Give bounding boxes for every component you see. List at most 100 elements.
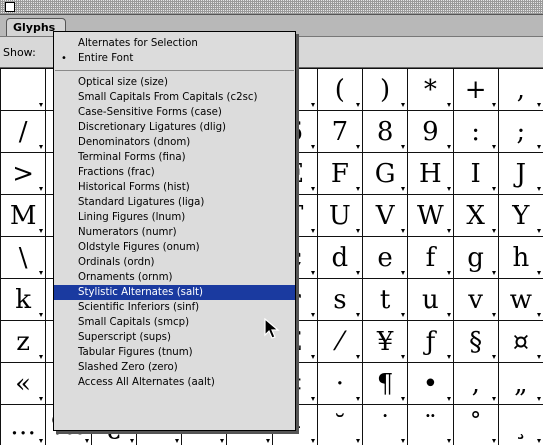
- menu-item[interactable]: Oldstyle Figures (onum): [54, 240, 295, 255]
- glyph-cell[interactable]: ¥: [362, 320, 409, 363]
- glyph-cell[interactable]: Y: [497, 194, 543, 237]
- glyph-cell[interactable]: f: [407, 236, 454, 279]
- alternates-triangle-icon: [491, 145, 496, 149]
- glyph-cell[interactable]: J: [497, 152, 543, 195]
- glyph-cell[interactable]: M: [0, 194, 47, 237]
- show-popup-menu[interactable]: Alternates for Selection • Entire Font Opti…: [53, 31, 296, 431]
- alternates-triangle-icon: [446, 145, 451, 149]
- glyph-cell[interactable]: d: [316, 236, 363, 279]
- glyph-cell[interactable]: >: [0, 152, 47, 195]
- glyph-cell[interactable]: …: [0, 404, 47, 445]
- glyph-cell[interactable]: H: [407, 152, 454, 195]
- menu-item[interactable]: Numerators (numr): [54, 225, 295, 240]
- close-box-icon[interactable]: [5, 2, 15, 12]
- glyph-cell[interactable]: ,: [497, 68, 543, 111]
- glyph-cell[interactable]: §: [452, 320, 499, 363]
- alternates-triangle-icon: [39, 313, 44, 317]
- glyph-cell[interactable]: h: [497, 236, 543, 279]
- glyph-cell[interactable]: *: [407, 68, 454, 111]
- glyph-cell[interactable]: ): [362, 68, 409, 111]
- glyph-cell[interactable]: w: [497, 278, 543, 321]
- glyph-cell[interactable]: F: [316, 152, 363, 195]
- glyph-cell[interactable]: v: [452, 278, 499, 321]
- alternates-triangle-icon: [401, 103, 406, 107]
- glyph-cell[interactable]: ¤: [497, 320, 543, 363]
- glyph-cell[interactable]: «: [0, 362, 47, 405]
- menu-item[interactable]: Superscript (sups): [54, 330, 295, 345]
- menu-item[interactable]: Denominators (dnom): [54, 135, 295, 150]
- menu-item[interactable]: Ornaments (ornm): [54, 270, 295, 285]
- menu-item[interactable]: Lining Figures (lnum): [54, 210, 295, 225]
- glyph-cell[interactable]: 7: [316, 110, 363, 153]
- glyph-cell[interactable]: +: [452, 68, 499, 111]
- menu-item[interactable]: Fractions (frac): [54, 165, 295, 180]
- alternates-triangle-icon: [84, 439, 89, 443]
- menu-item[interactable]: Scientific Inferiors (sinf): [54, 300, 295, 315]
- glyph-cell[interactable]: V: [362, 194, 409, 237]
- glyph-cell[interactable]: ¨: [407, 404, 454, 445]
- glyph-cell[interactable]: ;: [497, 110, 543, 153]
- glyph-cell[interactable]: G: [362, 152, 409, 195]
- menu-item[interactable]: Small Capitals From Capitals (c2sc): [54, 90, 295, 105]
- window-title-bar[interactable]: [0, 0, 543, 15]
- glyph-cell[interactable]: 8: [362, 110, 409, 153]
- glyph-cell[interactable]: z: [0, 320, 47, 363]
- glyph-cell[interactable]: u: [407, 278, 454, 321]
- glyph-cell[interactable]: I: [452, 152, 499, 195]
- menu-item[interactable]: Standard Ligatures (liga): [54, 195, 295, 210]
- glyph-char: /: [18, 116, 28, 147]
- glyph-cell[interactable]: U: [316, 194, 363, 237]
- glyph-cell[interactable]: [0, 68, 47, 111]
- alternates-triangle-icon: [446, 103, 451, 107]
- glyph-char: +: [464, 74, 487, 105]
- menu-item[interactable]: Discretionary Ligatures (dlig): [54, 120, 295, 135]
- menu-item[interactable]: Small Capitals (smcp): [54, 315, 295, 330]
- glyph-char: f: [425, 242, 436, 273]
- alternates-triangle-icon: [310, 187, 315, 191]
- glyph-cell[interactable]: ¶: [362, 362, 409, 405]
- menu-item[interactable]: Historical Forms (hist): [54, 180, 295, 195]
- menu-item[interactable]: Optical size (size): [54, 75, 295, 90]
- glyph-cell[interactable]: /: [0, 110, 47, 153]
- menu-item-label: Alternates for Selection: [78, 38, 198, 49]
- glyph-char: 8: [376, 116, 394, 147]
- glyph-cell[interactable]: „: [497, 362, 543, 405]
- menu-item-label: Scientific Inferiors (sinf): [78, 302, 200, 313]
- menu-item[interactable]: Ordinals (ordn): [54, 255, 295, 270]
- glyph-cell[interactable]: :: [452, 110, 499, 153]
- menu-item[interactable]: Access All Alternates (aalt): [54, 375, 295, 390]
- glyph-cell[interactable]: ƒ: [407, 320, 454, 363]
- menu-item[interactable]: Case-Sensitive Forms (case): [54, 105, 295, 120]
- glyph-cell[interactable]: W: [407, 194, 454, 237]
- glyph-cell[interactable]: (: [316, 68, 363, 111]
- glyph-cell[interactable]: ¸: [497, 404, 543, 445]
- glyph-cell[interactable]: ·: [316, 362, 363, 405]
- glyph-cell[interactable]: 9: [407, 110, 454, 153]
- menu-item[interactable]: Terminal Forms (fina): [54, 150, 295, 165]
- alternates-triangle-icon: [401, 145, 406, 149]
- menu-item[interactable]: Tabular Figures (tnum): [54, 345, 295, 360]
- glyph-cell[interactable]: s: [316, 278, 363, 321]
- glyph-cell[interactable]: •: [407, 362, 454, 405]
- glyph-cell[interactable]: ˘: [316, 404, 363, 445]
- glyph-cell[interactable]: ⁄: [316, 320, 363, 363]
- menu-item-label: Oldstyle Figures (onum): [78, 242, 200, 253]
- menu-item[interactable]: Slashed Zero (zero): [54, 360, 295, 375]
- menu-item-label: Denominators (dnom): [78, 137, 191, 148]
- glyph-char: w: [509, 284, 532, 315]
- glyph-cell[interactable]: g: [452, 236, 499, 279]
- alternates-triangle-icon: [401, 229, 406, 233]
- glyph-char: J: [515, 158, 527, 189]
- glyph-cell[interactable]: ˚: [452, 404, 499, 445]
- glyph-cell[interactable]: ˙: [362, 404, 409, 445]
- glyph-cell[interactable]: \: [0, 236, 47, 279]
- menu-item[interactable]: • Entire Font: [54, 51, 295, 66]
- alternates-triangle-icon: [356, 355, 360, 359]
- glyph-cell[interactable]: ‚: [452, 362, 499, 405]
- glyph-cell[interactable]: k: [0, 278, 47, 321]
- glyph-cell[interactable]: e: [362, 236, 409, 279]
- glyph-cell[interactable]: t: [362, 278, 409, 321]
- menu-item[interactable]: Stylistic Alternates (salt): [54, 285, 295, 300]
- glyph-cell[interactable]: X: [452, 194, 499, 237]
- menu-item[interactable]: Alternates for Selection: [54, 36, 295, 51]
